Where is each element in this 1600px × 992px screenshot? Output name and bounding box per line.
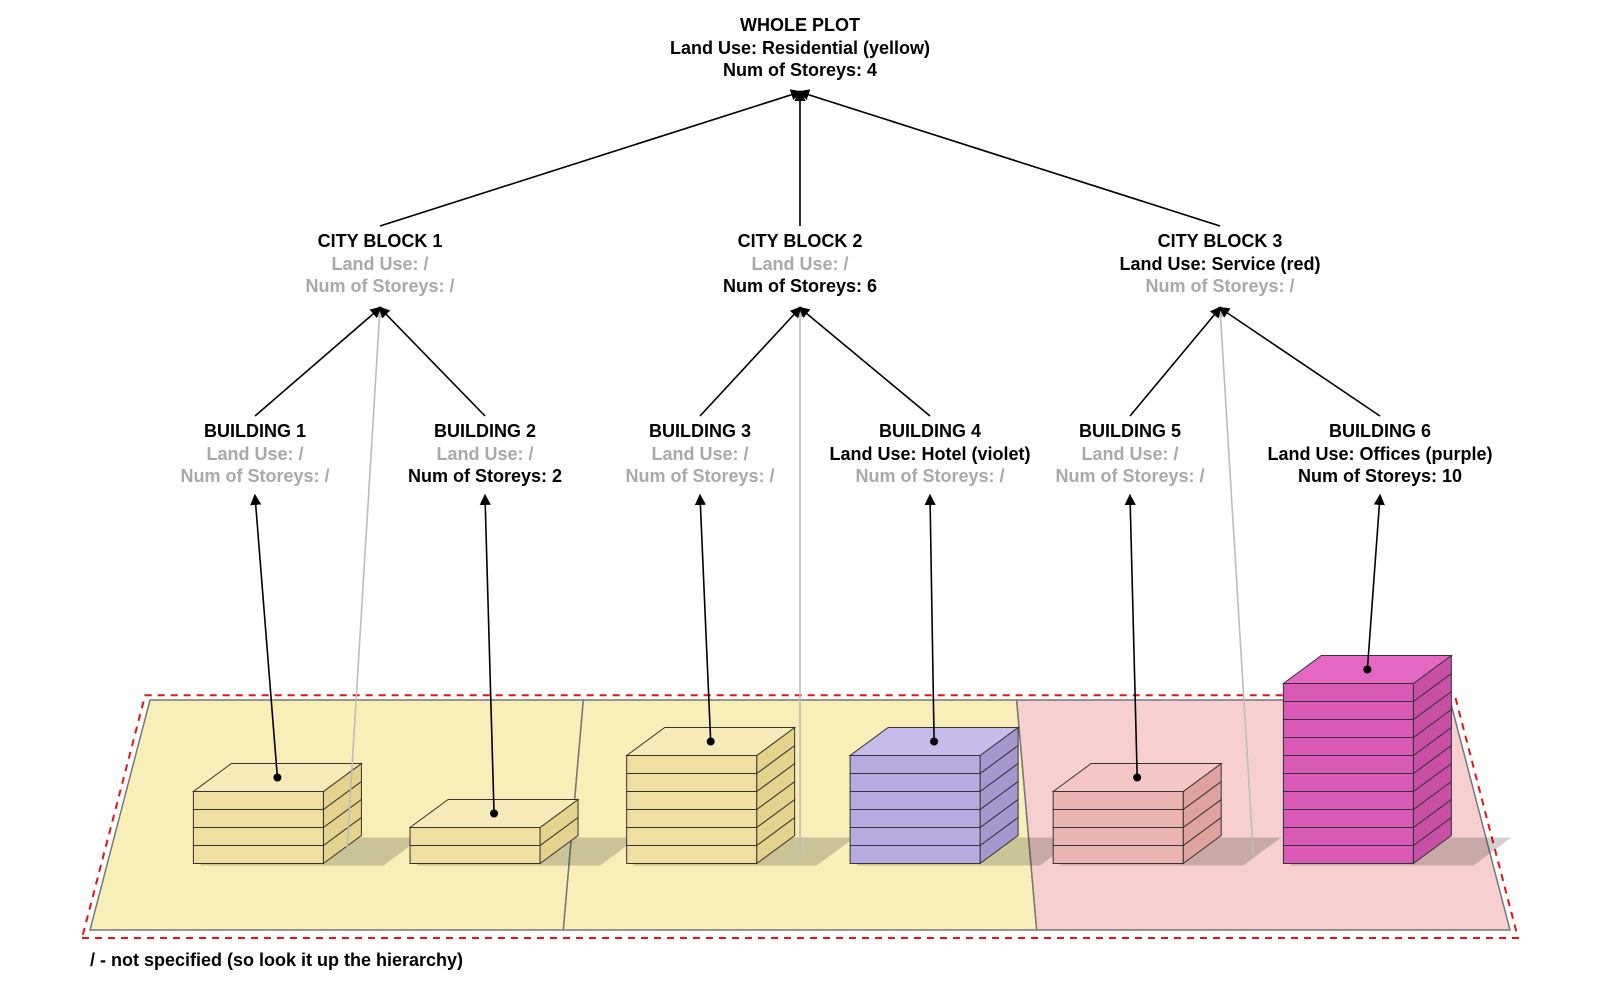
- root-storeys: Num of Storeys: 4: [670, 59, 930, 82]
- b1-storeys: Num of Storeys: /: [180, 465, 329, 488]
- root-title: WHOLE PLOT: [670, 14, 930, 37]
- diagram-svg: [0, 0, 1600, 992]
- building2-label: BUILDING 2 Land Use: / Num of Storeys: 2: [408, 420, 562, 488]
- b3-title: BUILDING 3: [625, 420, 774, 443]
- b5-landuse: Land Use: /: [1055, 443, 1204, 466]
- b4-landuse: Land Use: Hotel (violet): [829, 443, 1030, 466]
- b1-title: BUILDING 1: [180, 420, 329, 443]
- b3-storeys: Num of Storeys: /: [625, 465, 774, 488]
- building-4: [850, 728, 1018, 864]
- building-shadows: [199, 838, 1511, 866]
- block3-title: CITY BLOCK 3: [1119, 230, 1320, 253]
- building-1: [193, 764, 361, 864]
- b2-title: BUILDING 2: [408, 420, 562, 443]
- building1-label: BUILDING 1 Land Use: / Num of Storeys: /: [180, 420, 329, 488]
- root-label: WHOLE PLOT Land Use: Residential (yellow…: [670, 14, 930, 82]
- ground-plane: [90, 700, 1510, 930]
- b2-landuse: Land Use: /: [408, 443, 562, 466]
- b4-title: BUILDING 4: [829, 420, 1030, 443]
- footnote: / - not specified (so look it up the hie…: [90, 950, 463, 971]
- building3-label: BUILDING 3 Land Use: / Num of Storeys: /: [625, 420, 774, 488]
- building4-label: BUILDING 4 Land Use: Hotel (violet) Num …: [829, 420, 1030, 488]
- block3-storeys: Num of Storeys: /: [1119, 275, 1320, 298]
- block1-title: CITY BLOCK 1: [305, 230, 454, 253]
- block1-landuse: Land Use: /: [305, 253, 454, 276]
- b4-storeys: Num of Storeys: /: [829, 465, 1030, 488]
- b6-title: BUILDING 6: [1267, 420, 1492, 443]
- block2-landuse: Land Use: /: [723, 253, 877, 276]
- block2-label: CITY BLOCK 2 Land Use: / Num of Storeys:…: [723, 230, 877, 298]
- b6-landuse: Land Use: Offices (purple): [1267, 443, 1492, 466]
- b6-storeys: Num of Storeys: 10: [1267, 465, 1492, 488]
- b3-landuse: Land Use: /: [625, 443, 774, 466]
- building-2: [410, 800, 578, 864]
- block2-storeys: Num of Storeys: 6: [723, 275, 877, 298]
- block1-label: CITY BLOCK 1 Land Use: / Num of Storeys:…: [305, 230, 454, 298]
- b5-storeys: Num of Storeys: /: [1055, 465, 1204, 488]
- block1-storeys: Num of Storeys: /: [305, 275, 454, 298]
- b1-landuse: Land Use: /: [180, 443, 329, 466]
- building-5: [1053, 764, 1221, 864]
- building6-label: BUILDING 6 Land Use: Offices (purple) Nu…: [1267, 420, 1492, 488]
- block3-label: CITY BLOCK 3 Land Use: Service (red) Num…: [1119, 230, 1320, 298]
- block3-landuse: Land Use: Service (red): [1119, 253, 1320, 276]
- plot-dashed-outline: [82, 695, 1518, 938]
- buildings-group: [193, 656, 1451, 864]
- root-landuse: Land Use: Residential (yellow): [670, 37, 930, 60]
- b5-title: BUILDING 5: [1055, 420, 1204, 443]
- building-6: [1283, 656, 1451, 864]
- block2-title: CITY BLOCK 2: [723, 230, 877, 253]
- b2-storeys: Num of Storeys: 2: [408, 465, 562, 488]
- diagram-stage: WHOLE PLOT Land Use: Residential (yellow…: [0, 0, 1600, 992]
- building5-label: BUILDING 5 Land Use: / Num of Storeys: /: [1055, 420, 1204, 488]
- building-3: [627, 728, 795, 864]
